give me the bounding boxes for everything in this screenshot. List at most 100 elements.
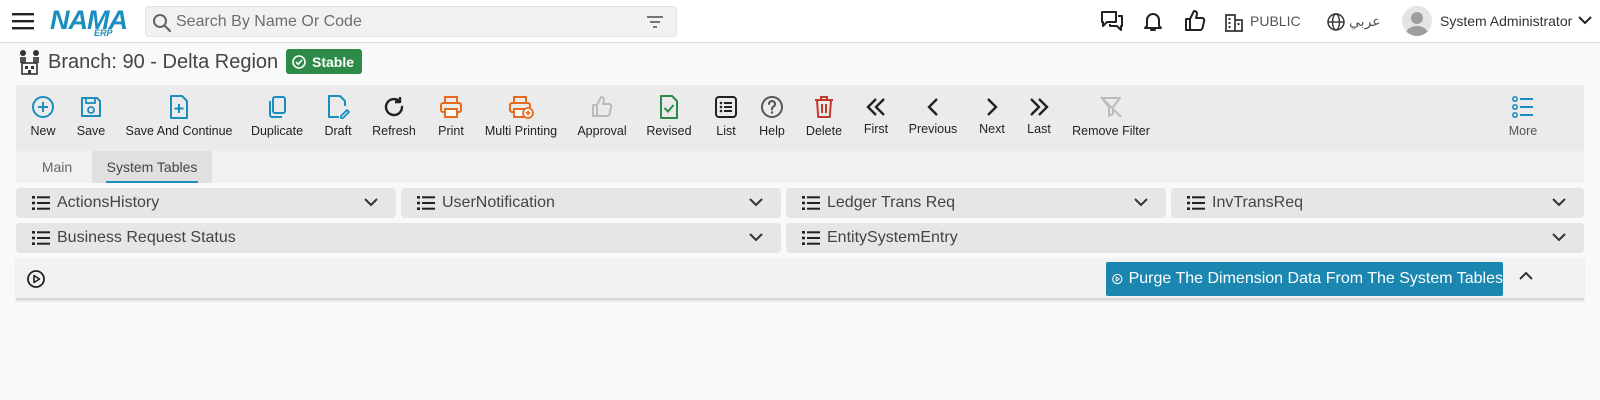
print-button[interactable]: Print — [436, 85, 466, 151]
multi-printing-button[interactable]: Multi Printing — [485, 85, 557, 151]
play-circle-icon[interactable] — [27, 270, 45, 288]
next-button[interactable]: Next — [977, 85, 1007, 151]
list-button[interactable]: List — [711, 85, 741, 151]
printer-icon — [439, 94, 463, 120]
accordion-user-notification[interactable]: UserNotification — [401, 188, 781, 218]
status-badge-label: Stable — [312, 53, 355, 70]
last-button[interactable]: Last — [1024, 85, 1054, 151]
accordion-label: InvTransReq — [1212, 194, 1303, 211]
accordion-actions-history[interactable]: ActionsHistory — [16, 188, 396, 218]
help-circle-icon — [760, 94, 784, 120]
save-and-continue-button[interactable]: Save And Continue — [125, 85, 233, 151]
chevron-down-icon[interactable] — [1578, 15, 1592, 25]
refresh-label: Refresh — [372, 124, 416, 138]
list-icon — [1187, 196, 1205, 210]
more-list-icon — [1511, 94, 1535, 120]
help-label: Help — [759, 124, 785, 138]
delete-button[interactable]: Delete — [804, 85, 844, 151]
top-bar: NAMA ERP PUBLIC عربي System Administrato… — [0, 0, 1600, 43]
filter-icon[interactable] — [646, 14, 664, 30]
duplicate-label: Duplicate — [250, 124, 304, 138]
accordion-inv-trans-req[interactable]: InvTransReq — [1171, 188, 1584, 218]
chevron-down-icon — [1552, 232, 1566, 242]
chevron-down-icon — [1552, 197, 1566, 207]
search-icon — [152, 13, 172, 33]
revised-label: Revised — [646, 124, 692, 138]
accordion-label: ActionsHistory — [57, 194, 160, 211]
save-icon — [79, 94, 103, 120]
double-chevron-right-icon — [1028, 94, 1050, 120]
chevron-down-icon — [1134, 197, 1148, 207]
previous-button[interactable]: Previous — [908, 85, 958, 151]
approval-label: Approval — [577, 124, 627, 138]
list-label: List — [716, 124, 736, 138]
duplicate-button[interactable]: Duplicate — [250, 85, 304, 151]
refresh-button[interactable]: Refresh — [372, 85, 416, 151]
thumbs-up-icon — [590, 94, 614, 120]
save-and-continue-label: Save And Continue — [125, 124, 233, 138]
list-icon — [32, 196, 50, 210]
search-input[interactable] — [176, 11, 616, 33]
purge-dimension-data-button[interactable]: Purge The Dimension Data From The System… — [1106, 262, 1503, 296]
thumbs-up-icon[interactable] — [1183, 9, 1207, 33]
chevron-down-icon — [364, 197, 378, 207]
approval-button[interactable]: Approval — [576, 85, 628, 151]
action-toolbar: New Save Save And Continue Duplicate Dra… — [16, 85, 1584, 151]
page-title: Branch: 90 - Delta Region — [48, 51, 279, 73]
chevron-left-icon — [925, 94, 941, 120]
draft-label: Draft — [324, 124, 352, 138]
accordion-ledger-trans-req[interactable]: Ledger Trans Req — [786, 188, 1166, 218]
check-circle-icon — [292, 54, 306, 69]
draft-button[interactable]: Draft — [323, 85, 353, 151]
first-label: First — [863, 122, 889, 136]
chevron-down-icon — [749, 232, 763, 242]
list-icon — [802, 196, 820, 210]
globe-icon[interactable] — [1327, 13, 1345, 31]
accordion-business-request-status[interactable]: Business Request Status — [16, 223, 781, 253]
chevron-down-icon — [749, 197, 763, 207]
new-button[interactable]: New — [28, 85, 58, 151]
tab-main[interactable]: Main — [26, 151, 88, 183]
plus-circle-icon — [31, 94, 55, 120]
multi-printer-icon — [508, 94, 534, 120]
avatar[interactable] — [1402, 6, 1432, 36]
refresh-icon — [382, 94, 406, 120]
hamburger-menu-icon[interactable] — [12, 10, 36, 32]
language-switch[interactable]: عربي — [1349, 13, 1381, 30]
bell-icon[interactable] — [1141, 9, 1165, 33]
status-badge: Stable — [286, 49, 363, 74]
last-label: Last — [1027, 122, 1051, 136]
new-button-label: New — [30, 124, 56, 138]
company-building-icon[interactable] — [1224, 12, 1244, 32]
multi-printing-label: Multi Printing — [484, 124, 558, 138]
file-check-icon — [658, 94, 680, 120]
double-chevron-left-icon — [865, 94, 887, 120]
save-button-label: Save — [76, 124, 106, 138]
revised-button[interactable]: Revised — [646, 85, 692, 151]
trash-icon — [813, 94, 835, 120]
remove-filter-label: Remove Filter — [1072, 124, 1150, 138]
tab-system-tables[interactable]: System Tables — [92, 151, 212, 183]
accordion-label: Ledger Trans Req — [827, 194, 956, 211]
accordion-label: EntitySystemEntry — [827, 229, 958, 246]
chat-icon[interactable] — [1099, 9, 1125, 33]
tab-bar: Main System Tables — [16, 151, 1584, 183]
list-icon — [714, 94, 738, 120]
print-label: Print — [438, 124, 464, 138]
company-label[interactable]: PUBLIC — [1250, 13, 1301, 29]
file-edit-icon — [326, 94, 350, 120]
user-name[interactable]: System Administrator — [1440, 13, 1572, 29]
filter-off-icon — [1099, 94, 1123, 120]
remove-filter-button[interactable]: Remove Filter — [1071, 85, 1151, 151]
save-button[interactable]: Save — [76, 85, 106, 151]
chevron-right-icon — [984, 94, 1000, 120]
actions-panel: Purge The Dimension Data From The System… — [16, 258, 1584, 300]
accordion-entity-system-entry[interactable]: EntitySystemEntry — [786, 223, 1584, 253]
copy-icon — [266, 94, 288, 120]
chevron-up-icon[interactable] — [1519, 271, 1533, 281]
play-circle-icon — [1112, 273, 1123, 285]
delete-label: Delete — [805, 124, 843, 138]
help-button[interactable]: Help — [757, 85, 787, 151]
first-button[interactable]: First — [861, 85, 891, 151]
more-button[interactable]: More — [1506, 85, 1540, 151]
